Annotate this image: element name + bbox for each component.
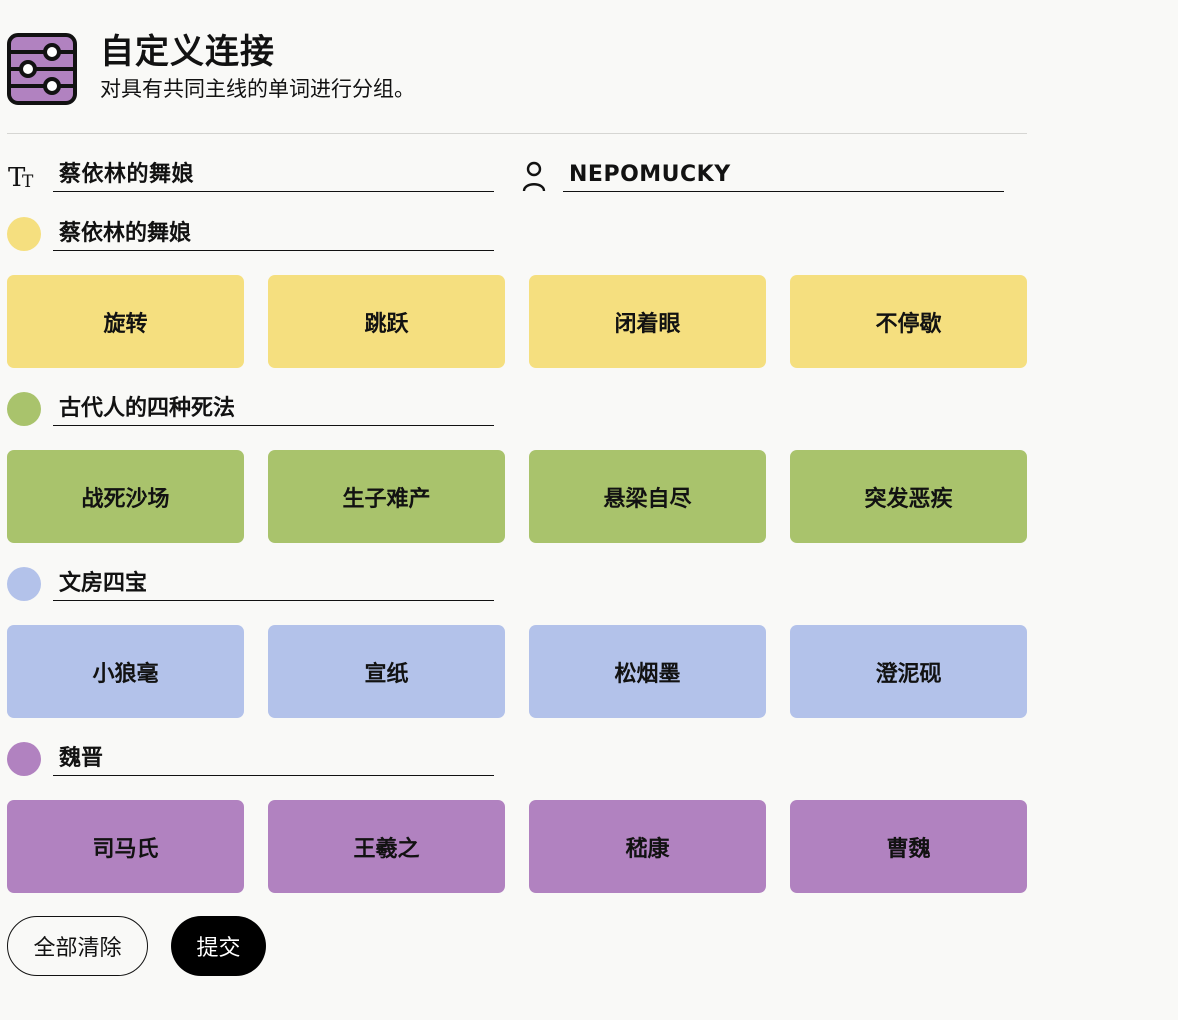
group-header: 魏晋 bbox=[7, 742, 497, 778]
clear-all-button[interactable]: 全部清除 bbox=[7, 916, 148, 976]
group-cards: 旋转 跳跃 闭着眼 不停歇 bbox=[7, 275, 1027, 368]
group-header: 蔡依林的舞娘 bbox=[7, 217, 497, 253]
group-color-dot[interactable] bbox=[7, 217, 41, 251]
puzzle-title-input[interactable]: 蔡依林的舞娘 bbox=[53, 158, 494, 192]
header-text: 自定义连接 对具有共同主线的单词进行分组。 bbox=[100, 33, 415, 103]
page: 自定义连接 对具有共同主线的单词进行分组。 T T 蔡依林的舞娘 NEPOMUC… bbox=[0, 0, 1178, 1020]
group-color-dot[interactable] bbox=[7, 567, 41, 601]
page-title: 自定义连接 bbox=[100, 32, 275, 72]
group-color-dot[interactable] bbox=[7, 742, 41, 776]
submit-button[interactable]: 提交 bbox=[171, 916, 266, 976]
word-card[interactable]: 不停歇 bbox=[790, 275, 1027, 368]
word-card[interactable]: 旋转 bbox=[7, 275, 244, 368]
group-header: 古代人的四种死法 bbox=[7, 392, 497, 428]
word-card[interactable]: 曹魏 bbox=[790, 800, 1027, 893]
word-card[interactable]: 王羲之 bbox=[268, 800, 505, 893]
group-name-input[interactable]: 古代人的四种死法 bbox=[53, 392, 494, 426]
group-cards: 战死沙场 生子难产 悬梁自尽 突发恶疾 bbox=[7, 450, 1027, 543]
word-card[interactable]: 突发恶疾 bbox=[790, 450, 1027, 543]
group-name-input[interactable]: 魏晋 bbox=[53, 742, 494, 776]
word-card[interactable]: 司马氏 bbox=[7, 800, 244, 893]
group-header: 文房四宝 bbox=[7, 567, 497, 603]
word-card[interactable]: 闭着眼 bbox=[529, 275, 766, 368]
page-header: 自定义连接 对具有共同主线的单词进行分组。 bbox=[7, 33, 415, 105]
group-cards: 司马氏 王羲之 嵇康 曹魏 bbox=[7, 800, 1027, 893]
word-card[interactable]: 悬梁自尽 bbox=[529, 450, 766, 543]
group-cards: 小狼毫 宣纸 松烟墨 澄泥砚 bbox=[7, 625, 1027, 718]
person-icon bbox=[522, 161, 546, 192]
sliders-icon bbox=[7, 33, 77, 105]
meta-row: T T 蔡依林的舞娘 NEPOMUCKY bbox=[7, 158, 1007, 194]
text-size-icon: T T bbox=[8, 163, 34, 192]
word-card[interactable]: 松烟墨 bbox=[529, 625, 766, 718]
word-card[interactable]: 澄泥砚 bbox=[790, 625, 1027, 718]
group-name-input[interactable]: 文房四宝 bbox=[53, 567, 494, 601]
group-name-input[interactable]: 蔡依林的舞娘 bbox=[53, 217, 494, 251]
word-card[interactable]: 嵇康 bbox=[529, 800, 766, 893]
word-card[interactable]: 小狼毫 bbox=[7, 625, 244, 718]
header-divider bbox=[7, 133, 1027, 134]
word-card[interactable]: 战死沙场 bbox=[7, 450, 244, 543]
svg-text:T: T bbox=[22, 172, 34, 192]
word-card[interactable]: 跳跃 bbox=[268, 275, 505, 368]
page-subtitle: 对具有共同主线的单词进行分组。 bbox=[100, 77, 415, 101]
word-card[interactable]: 生子难产 bbox=[268, 450, 505, 543]
group-color-dot[interactable] bbox=[7, 392, 41, 426]
word-card[interactable]: 宣纸 bbox=[268, 625, 505, 718]
author-input[interactable]: NEPOMUCKY bbox=[563, 158, 1004, 192]
